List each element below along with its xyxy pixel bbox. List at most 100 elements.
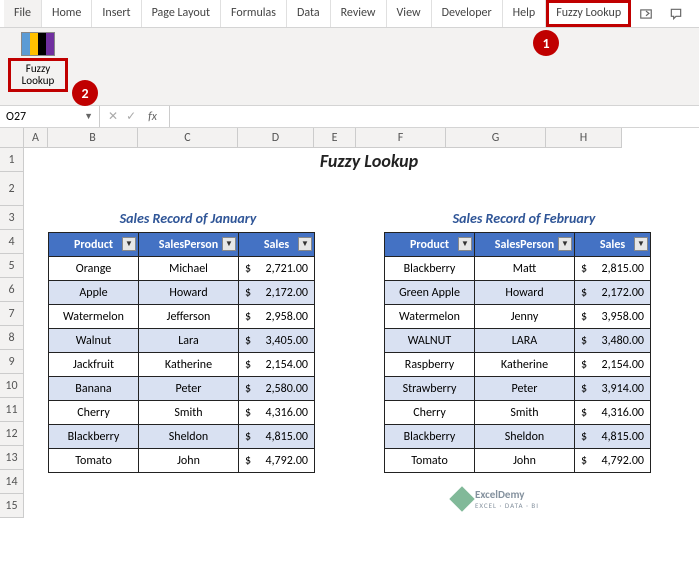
cell-salesperson[interactable]: Smith [475, 401, 575, 425]
row-header[interactable]: 4 [0, 230, 24, 254]
cell-salesperson[interactable]: Katherine [139, 353, 239, 377]
cancel-icon[interactable]: ✕ [108, 109, 118, 124]
row-header[interactable]: 14 [0, 470, 24, 494]
col-header-F[interactable]: F [356, 128, 446, 148]
cell-sales[interactable]: 2,154.00 [575, 353, 651, 377]
table-row[interactable]: BlackberryMatt2,815.00 [385, 257, 651, 281]
table-row[interactable]: CherrySmith4,316.00 [49, 401, 315, 425]
cell-sales[interactable]: 2,172.00 [239, 281, 315, 305]
cell-sales[interactable]: 2,154.00 [239, 353, 315, 377]
tab-developer[interactable]: Developer [432, 0, 503, 27]
select-all-corner[interactable] [0, 128, 24, 148]
cell-product[interactable]: Walnut [49, 329, 139, 353]
cell-product[interactable]: Orange [49, 257, 139, 281]
col-header-B[interactable]: B [48, 128, 138, 148]
row-header[interactable]: 10 [0, 374, 24, 398]
row-header[interactable]: 8 [0, 326, 24, 350]
row-header[interactable]: 6 [0, 278, 24, 302]
cell-salesperson[interactable]: Peter [139, 377, 239, 401]
cell-salesperson[interactable]: John [139, 449, 239, 473]
col-header-H[interactable]: H [546, 128, 622, 148]
tab-help[interactable]: Help [503, 0, 547, 27]
filter-dropdown-icon[interactable]: ▼ [222, 237, 236, 251]
table-row[interactable]: BlackberrySheldon4,815.00 [385, 425, 651, 449]
cell-salesperson[interactable]: Sheldon [475, 425, 575, 449]
cell-product[interactable]: Green Apple [385, 281, 475, 305]
cell-salesperson[interactable]: Matt [475, 257, 575, 281]
cell-product[interactable]: Blackberry [49, 425, 139, 449]
table-row[interactable]: WalnutLara3,405.00 [49, 329, 315, 353]
share-icon[interactable] [631, 0, 661, 27]
cell-sales[interactable]: 4,815.00 [239, 425, 315, 449]
row-header[interactable]: 3 [0, 206, 24, 230]
table-february[interactable]: Product▼ SalesPerson▼ Sales▼ BlackberryM… [384, 232, 651, 473]
table-row[interactable]: WatermelonJefferson2,958.00 [49, 305, 315, 329]
cell-salesperson[interactable]: Jenny [475, 305, 575, 329]
cell-product[interactable]: Cherry [49, 401, 139, 425]
filter-dropdown-icon[interactable]: ▼ [298, 237, 312, 251]
row-header[interactable]: 11 [0, 398, 24, 422]
cell-sales[interactable]: 2,958.00 [239, 305, 315, 329]
tab-insert[interactable]: Insert [92, 0, 141, 27]
tab-data[interactable]: Data [287, 0, 331, 27]
cell-sales[interactable]: 3,480.00 [575, 329, 651, 353]
cell-product[interactable]: Watermelon [385, 305, 475, 329]
col-header-E[interactable]: E [314, 128, 356, 148]
table-row[interactable]: WALNUTLARA3,480.00 [385, 329, 651, 353]
cell-salesperson[interactable]: Sheldon [139, 425, 239, 449]
table-row[interactable]: AppleHoward2,172.00 [49, 281, 315, 305]
cell-salesperson[interactable]: Howard [139, 281, 239, 305]
cell-sales[interactable]: 3,914.00 [575, 377, 651, 401]
tab-review[interactable]: Review [331, 0, 387, 27]
cell-sales[interactable]: 4,792.00 [239, 449, 315, 473]
table-row[interactable]: RaspberryKatherine2,154.00 [385, 353, 651, 377]
tab-formulas[interactable]: Formulas [221, 0, 287, 27]
cell-product[interactable]: Blackberry [385, 257, 475, 281]
filter-dropdown-icon[interactable]: ▼ [458, 237, 472, 251]
cell-sales[interactable]: 4,815.00 [575, 425, 651, 449]
filter-dropdown-icon[interactable]: ▼ [634, 237, 648, 251]
formula-input[interactable] [169, 106, 699, 127]
cell-sales[interactable]: 2,580.00 [239, 377, 315, 401]
row-header[interactable]: 15 [0, 494, 24, 518]
cell-product[interactable]: Banana [49, 377, 139, 401]
cell-product[interactable]: Tomato [49, 449, 139, 473]
cell-product[interactable]: WALNUT [385, 329, 475, 353]
row-header[interactable]: 13 [0, 446, 24, 470]
table-row[interactable]: TomatoJohn4,792.00 [49, 449, 315, 473]
cell-salesperson[interactable]: Michael [139, 257, 239, 281]
table-row[interactable]: StrawberryPeter3,914.00 [385, 377, 651, 401]
cell-sales[interactable]: 4,316.00 [239, 401, 315, 425]
row-header[interactable]: 7 [0, 302, 24, 326]
cell-product[interactable]: Jackfruit [49, 353, 139, 377]
col-header-G[interactable]: G [446, 128, 546, 148]
cell-product[interactable]: Apple [49, 281, 139, 305]
col-header-C[interactable]: C [138, 128, 238, 148]
cell-salesperson[interactable]: John [475, 449, 575, 473]
cell-product[interactable]: Raspberry [385, 353, 475, 377]
tab-page-layout[interactable]: Page Layout [142, 0, 221, 27]
table-row[interactable]: TomatoJohn4,792.00 [385, 449, 651, 473]
fx-label[interactable]: fx [144, 110, 161, 124]
row-header[interactable]: 1 [0, 148, 24, 172]
chevron-down-icon[interactable]: ▼ [84, 111, 93, 122]
filter-dropdown-icon[interactable]: ▼ [558, 237, 572, 251]
col-header-D[interactable]: D [238, 128, 314, 148]
table-row[interactable]: OrangeMichael2,721.00 [49, 257, 315, 281]
row-header[interactable]: 9 [0, 350, 24, 374]
cell-sales[interactable]: 3,958.00 [575, 305, 651, 329]
cell-sales[interactable]: 4,316.00 [575, 401, 651, 425]
cell-sales[interactable]: 3,405.00 [239, 329, 315, 353]
cell-sales[interactable]: 4,792.00 [575, 449, 651, 473]
cell-product[interactable]: Strawberry [385, 377, 475, 401]
cell-sales[interactable]: 2,815.00 [575, 257, 651, 281]
row-header[interactable]: 5 [0, 254, 24, 278]
table-row[interactable]: JackfruitKatherine2,154.00 [49, 353, 315, 377]
table-row[interactable]: Green AppleHoward2,172.00 [385, 281, 651, 305]
col-header-A[interactable]: A [24, 128, 48, 148]
cell-salesperson[interactable]: Howard [475, 281, 575, 305]
cell-salesperson[interactable]: Smith [139, 401, 239, 425]
table-row[interactable]: BananaPeter2,580.00 [49, 377, 315, 401]
row-header[interactable]: 12 [0, 422, 24, 446]
tab-view[interactable]: View [387, 0, 432, 27]
